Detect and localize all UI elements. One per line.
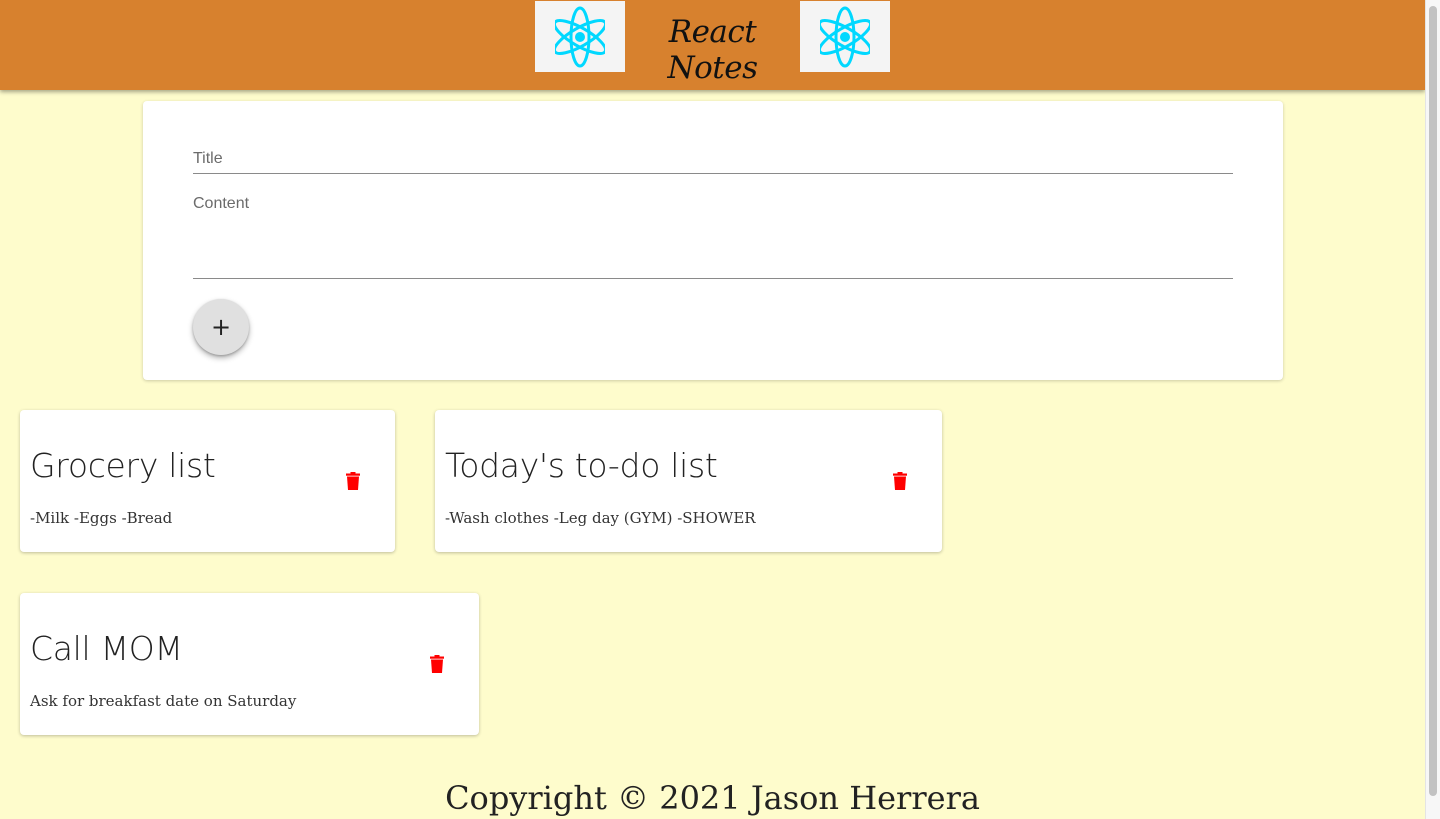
react-atom-icon (555, 6, 605, 67)
trash-icon[interactable] (430, 655, 444, 673)
note-card: Call MOM Ask for breakfast date on Satur… (20, 593, 479, 735)
note-content: Ask for breakfast date on Saturday (30, 692, 297, 710)
note-card: Today's to-do list -Wash clothes -Leg da… (435, 410, 942, 552)
plus-icon: + (210, 313, 232, 341)
react-logo-left (535, 1, 625, 72)
note-title: Grocery list (30, 446, 216, 485)
page-scrollbar[interactable] (1425, 0, 1440, 819)
react-logo-right (800, 1, 890, 72)
app-title: React Notes (667, 14, 758, 86)
trash-icon[interactable] (893, 472, 907, 490)
note-title: Today's to-do list (445, 446, 718, 485)
note-title: Call MOM (30, 629, 183, 668)
trash-icon[interactable] (346, 472, 360, 490)
react-atom-icon (820, 6, 870, 67)
add-note-button[interactable]: + (193, 299, 249, 355)
title-input[interactable] (193, 147, 1233, 171)
scrollbar-thumb[interactable] (1429, 6, 1437, 796)
create-note-form: + (143, 101, 1283, 380)
note-content: -Wash clothes -Leg day (GYM) -SHOWER (445, 509, 756, 527)
note-content: -Milk -Eggs -Bread (30, 509, 173, 527)
note-card: Grocery list -Milk -Eggs -Bread (20, 410, 395, 552)
content-field-wrapper (193, 195, 1233, 279)
app-header: React Notes (0, 0, 1425, 90)
title-field-wrapper (193, 147, 1233, 174)
content-input[interactable] (193, 195, 1233, 275)
footer-copyright: Copyright © 2021 Jason Herrera (445, 779, 980, 817)
